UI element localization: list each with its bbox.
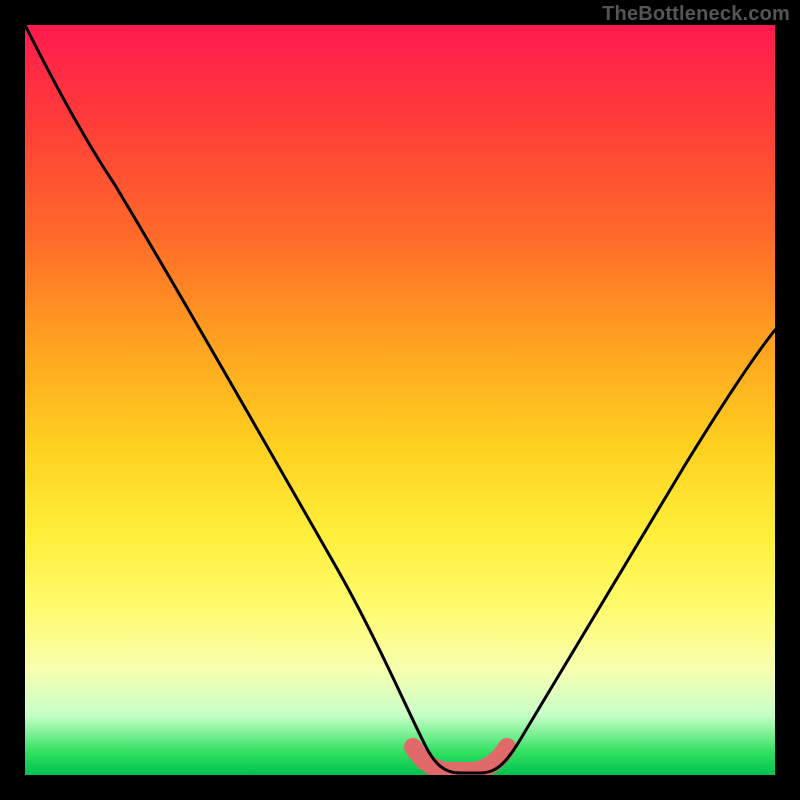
bottleneck-curve [25,25,775,775]
watermark-text: TheBottleneck.com [602,3,790,26]
curve-path [25,25,775,773]
plot-area [25,25,775,775]
chart-frame: TheBottleneck.com [0,0,800,800]
